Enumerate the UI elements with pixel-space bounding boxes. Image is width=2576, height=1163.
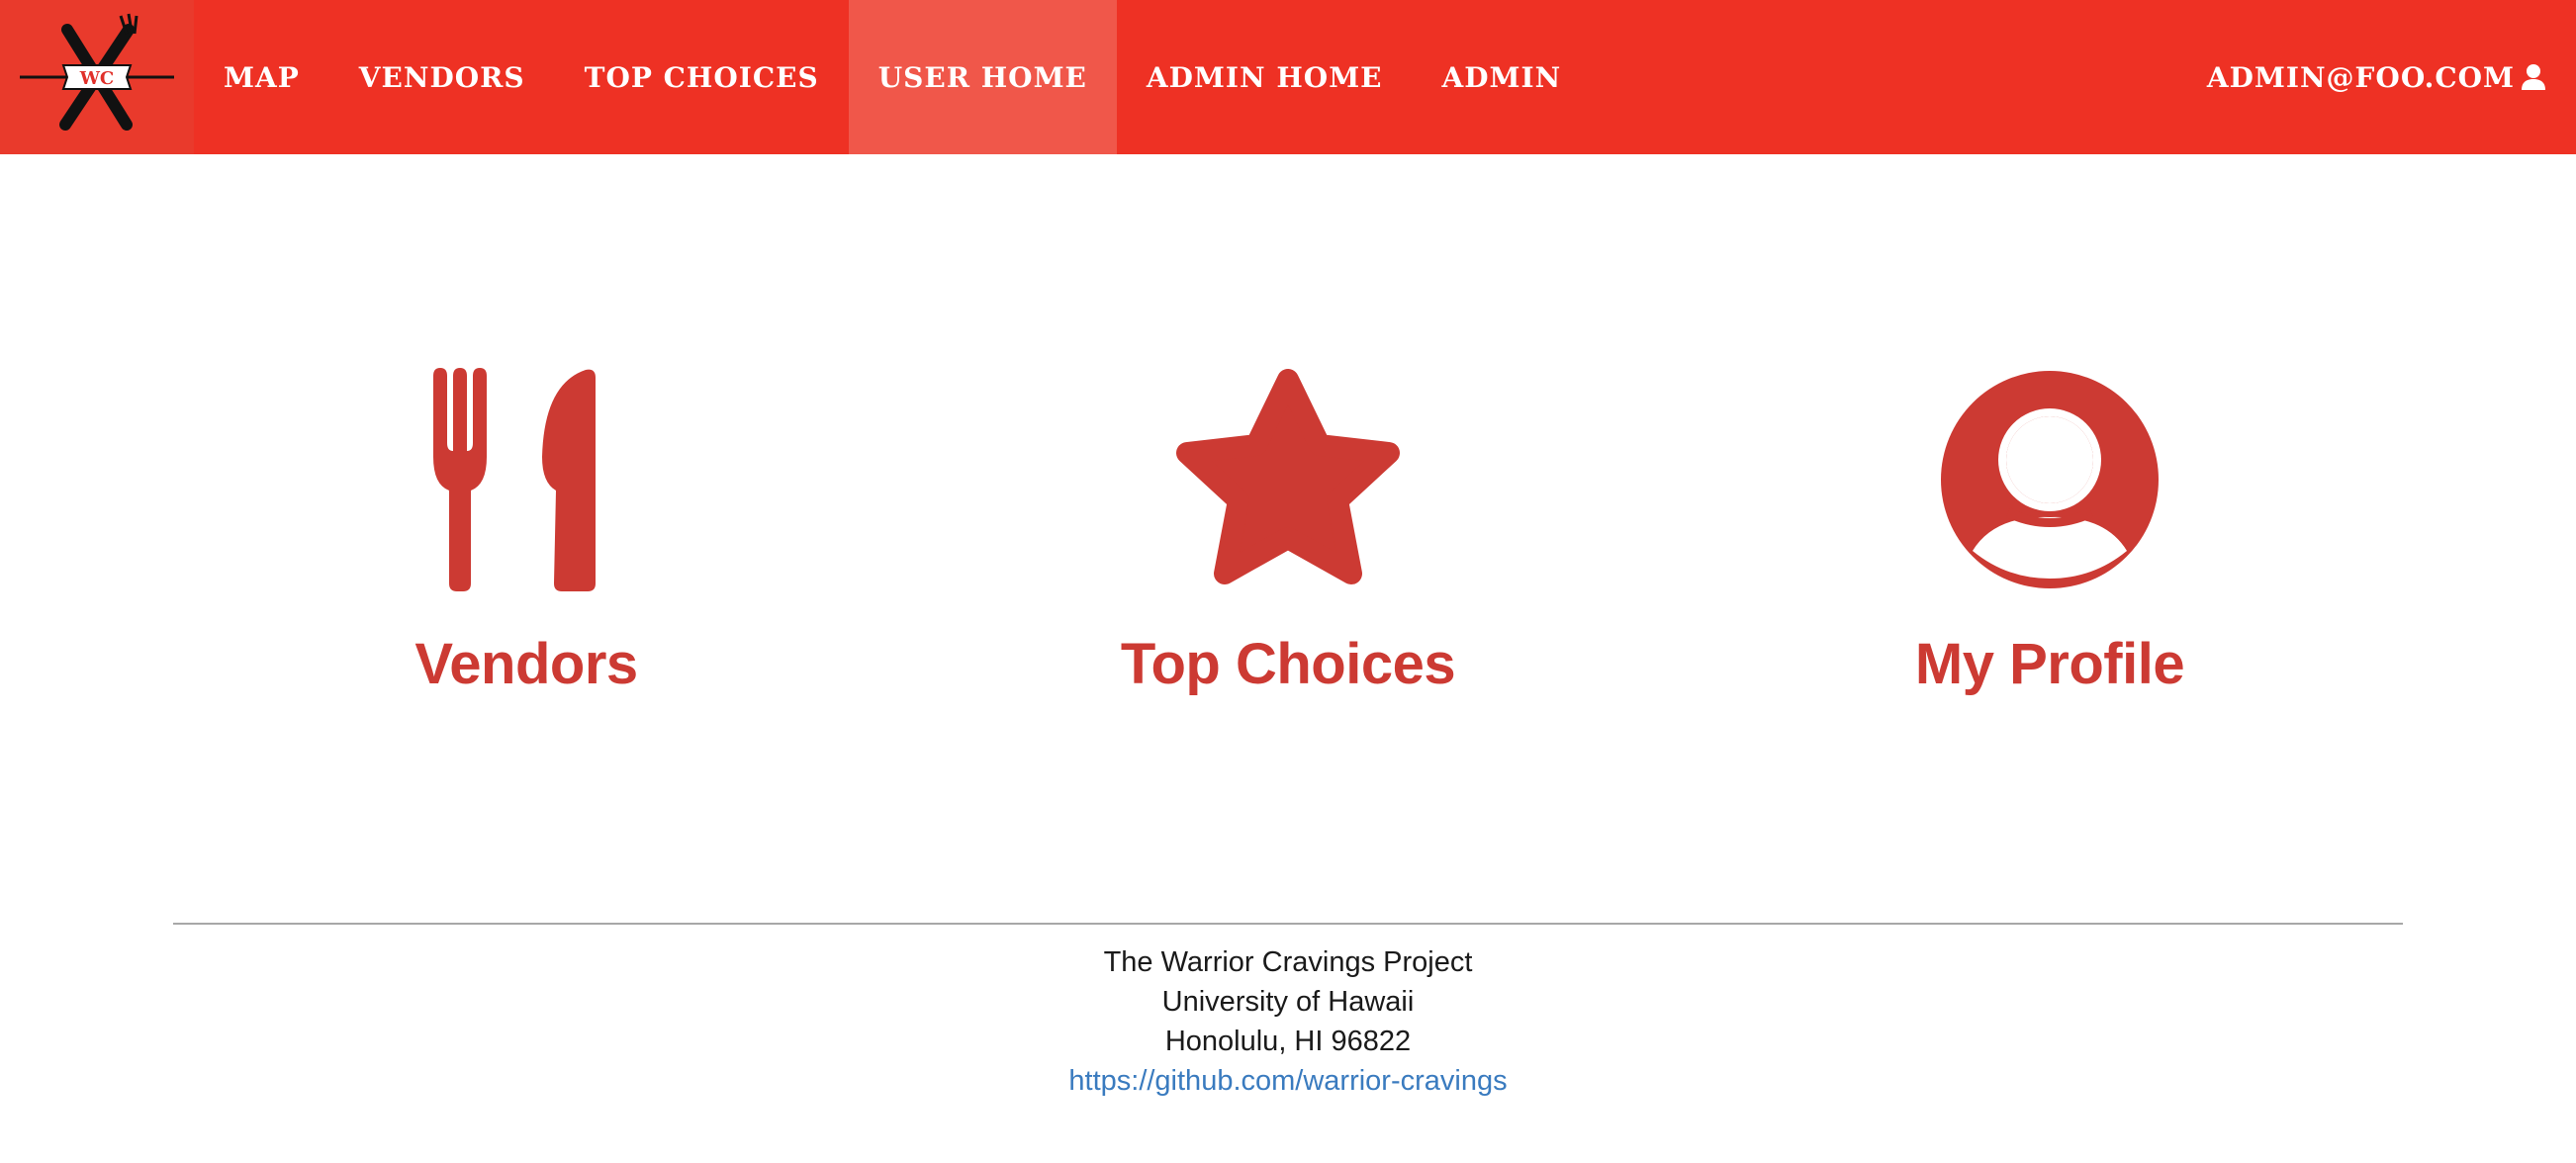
top-choices-tile[interactable]: Top Choices (991, 356, 1585, 732)
user-icon (2521, 63, 2546, 91)
footer: The Warrior Cravings Project University … (173, 923, 2403, 1101)
my-profile-tile-label: My Profile (1914, 632, 2185, 696)
top-navbar: WC MAP VENDORS TOP CHOICES USER HOME ADM… (0, 0, 2576, 154)
logo[interactable]: WC (0, 0, 194, 154)
star-icon (1140, 356, 1436, 603)
logo-icon: WC (20, 13, 174, 131)
user-home-tiles: Vendors Top Choices My Profile (0, 356, 2576, 732)
footer-project-name: The Warrior Cravings Project (1103, 946, 1473, 978)
nav-item-admin[interactable]: ADMIN (1413, 0, 1592, 154)
vendors-tile[interactable]: Vendors (230, 356, 823, 732)
user-menu[interactable]: ADMIN@FOO.COM (2207, 0, 2576, 154)
nav-item-user-home[interactable]: USER HOME (848, 0, 1117, 154)
user-email: ADMIN@FOO.COM (2206, 60, 2515, 94)
footer-university: University of Hawaii (1161, 986, 1415, 1018)
utensils-icon (378, 356, 675, 603)
nav-item-map[interactable]: MAP (194, 0, 329, 154)
top-choices-tile-label: Top Choices (1120, 632, 1456, 696)
nav-item-top-choices[interactable]: TOP CHOICES (555, 0, 849, 154)
vendors-tile-label: Vendors (414, 632, 638, 696)
nav-item-admin-home[interactable]: ADMIN HOME (1117, 0, 1413, 154)
nav-item-vendors[interactable]: VENDORS (329, 0, 555, 154)
footer-github-link[interactable]: https://github.com/warrior-cravings (1068, 1065, 1507, 1097)
nav-menu: MAP VENDORS TOP CHOICES USER HOME ADMIN … (194, 0, 1591, 154)
my-profile-tile[interactable]: My Profile (1753, 356, 2346, 732)
svg-text:WC: WC (79, 68, 115, 89)
footer-address: Honolulu, HI 96822 (1164, 1026, 1412, 1057)
user-circle-icon (1901, 356, 2198, 603)
